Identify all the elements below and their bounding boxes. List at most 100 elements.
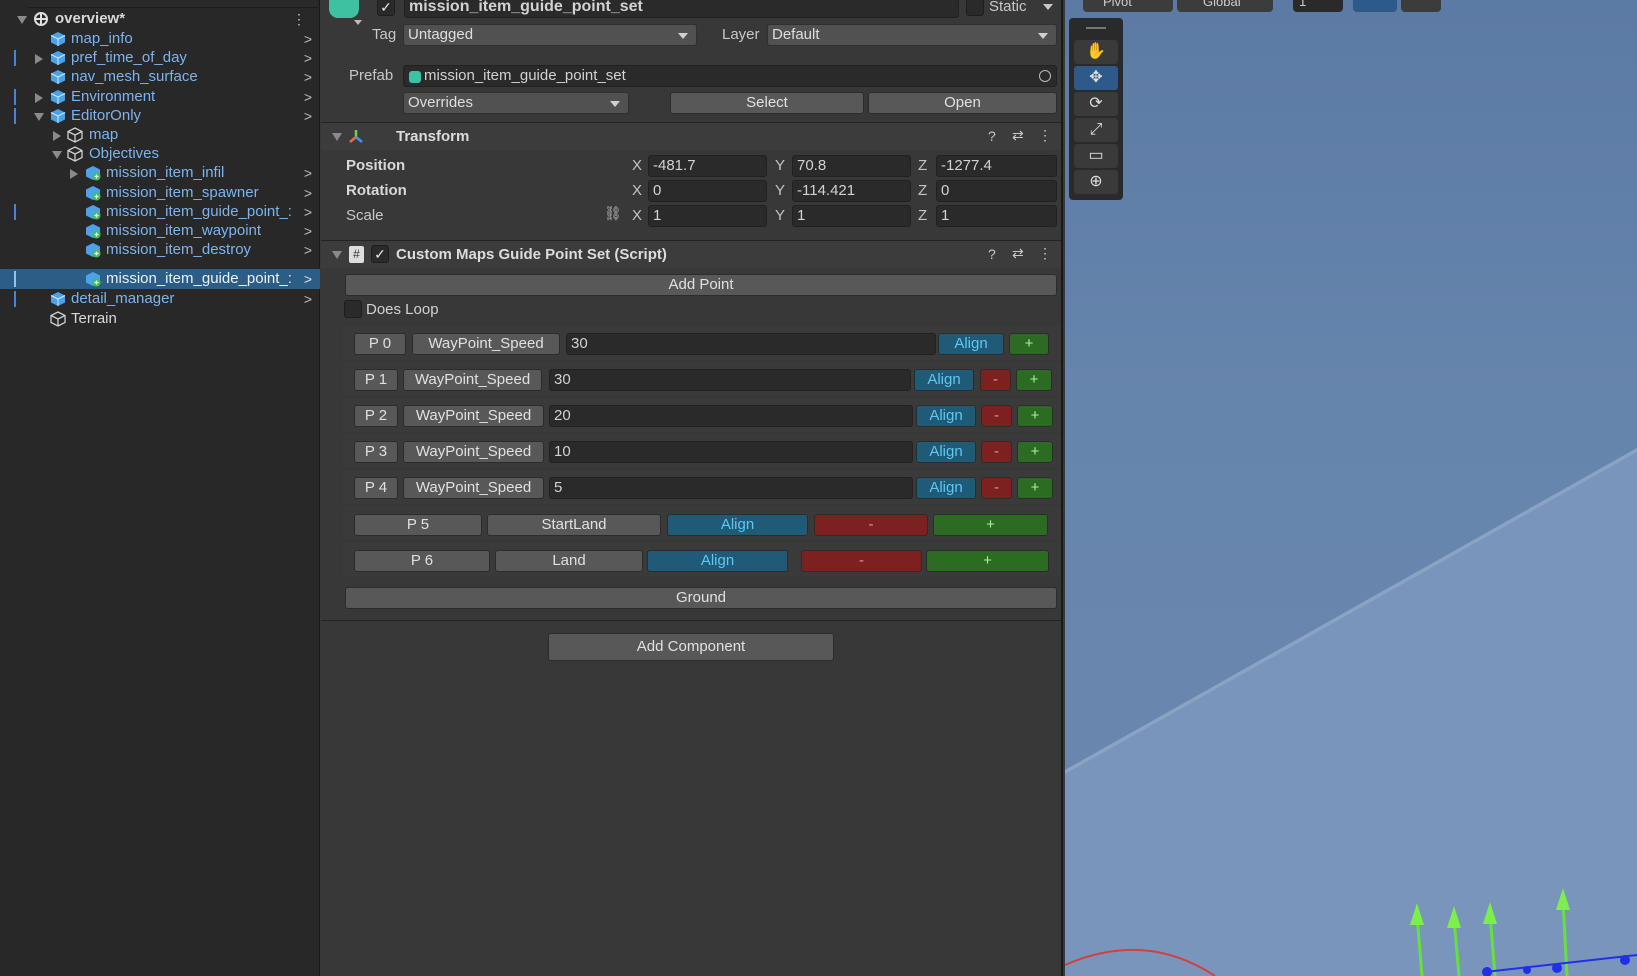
hierarchy-item-mission-item-guide-point-selected[interactable]: mission_item_guide_point_: > [0,269,320,289]
chevron-right-icon[interactable]: > [304,269,312,289]
remove-button[interactable]: - [980,369,1011,391]
hierarchy-search-bar[interactable] [28,0,318,8]
hierarchy-item-overview[interactable]: overview* ⋮ [0,9,320,29]
remove-button[interactable]: - [981,441,1012,463]
hierarchy-item-mission-item-guide-point-1[interactable]: mission_item_guide_point_: > [0,202,320,222]
add-after-button[interactable]: + [1017,477,1053,499]
does-loop-checkbox[interactable] [344,300,362,318]
point-type-button[interactable]: WayPoint_Speed [403,441,544,463]
hierarchy-item-pref-time-of-day[interactable]: pref_time_of_day > [0,48,320,68]
point-speed-field[interactable]: 30 [549,369,911,391]
move-tool-icon[interactable]: ✥ [1074,66,1118,90]
chevron-right-icon[interactable]: > [304,87,312,107]
overrides-dropdown[interactable]: Overrides [403,92,629,114]
chevron-right-icon[interactable]: > [304,67,312,87]
chevron-right-icon[interactable]: > [304,240,312,260]
add-after-button[interactable]: + [1009,333,1049,355]
hierarchy-item-nav-mesh-surface[interactable]: nav_mesh_surface > [0,67,320,87]
prefab-select-button[interactable]: Select [670,92,864,114]
foldout-arrow-icon[interactable] [332,133,342,141]
snap-increment-field[interactable]: 1 [1293,0,1343,12]
hierarchy-item-mission-item-spawner[interactable]: mission_item_spawner > [0,183,320,203]
add-point-button[interactable]: Add Point [345,274,1057,296]
global-dropdown[interactable]: Global [1177,0,1273,12]
layer-dropdown[interactable]: Default [767,24,1057,46]
foldout-arrow-icon[interactable] [52,151,62,159]
align-button[interactable]: Align [938,333,1004,355]
scale-y-field[interactable]: 1 [792,205,911,227]
remove-button[interactable]: - [801,550,922,572]
constrain-proportions-icon[interactable]: ⛓ [604,205,622,222]
chevron-right-icon[interactable]: > [304,202,312,222]
add-after-button[interactable]: + [926,550,1049,572]
point-type-button[interactable]: StartLand [487,514,661,536]
point-name-button[interactable]: P 3 [354,441,398,463]
transform-tool-icon[interactable]: ⊕ [1074,170,1118,194]
tag-dropdown[interactable]: Untagged [403,24,697,46]
hierarchy-item-environment[interactable]: Environment > [0,87,320,107]
remove-button[interactable]: - [814,514,928,536]
hierarchy-item-objectives[interactable]: Objectives [0,144,320,164]
point-name-button[interactable]: P 1 [354,369,398,391]
hierarchy-item-map-info[interactable]: map_info > [0,29,320,49]
chevron-right-icon[interactable]: > [304,48,312,68]
kebab-menu-icon[interactable]: ⋮ [292,9,306,29]
foldout-arrow-icon[interactable] [53,131,61,141]
icon-dropdown-caret-icon[interactable] [354,20,362,25]
point-speed-field[interactable]: 10 [549,441,913,463]
point-speed-field[interactable]: 5 [549,477,913,499]
foldout-arrow-icon[interactable] [17,16,27,24]
static-checkbox[interactable] [966,0,984,16]
point-name-button[interactable]: P 4 [354,477,398,499]
point-name-button[interactable]: P 5 [354,514,482,536]
rect-tool-icon[interactable]: ▭ [1074,144,1118,168]
object-name-field[interactable]: mission_item_guide_point_set [404,0,959,18]
add-component-button[interactable]: Add Component [548,633,834,661]
rotate-tool-icon[interactable]: ⟳ [1074,92,1118,116]
foldout-arrow-icon[interactable] [35,54,43,64]
point-type-button[interactable]: WayPoint_Speed [403,405,544,427]
chevron-right-icon[interactable]: > [304,221,312,241]
point-type-button[interactable]: WayPoint_Speed [403,477,544,499]
chevron-right-icon[interactable]: > [304,183,312,203]
object-picker-icon[interactable] [1039,70,1051,82]
hierarchy-item-detail-manager[interactable]: detail_manager > [0,289,320,309]
hierarchy-item-mission-item-waypoint[interactable]: mission_item_waypoint > [0,221,320,241]
drag-handle[interactable] [1086,27,1106,29]
point-speed-field[interactable]: 20 [549,405,913,427]
presets-icon[interactable]: ⇄ [1012,245,1024,262]
chevron-right-icon[interactable]: > [304,289,312,309]
scale-z-field[interactable]: 1 [936,205,1057,227]
hand-tool-icon[interactable]: ✋ [1074,40,1118,64]
prefab-open-button[interactable]: Open [868,92,1057,114]
position-x-field[interactable]: -481.7 [648,155,767,177]
chevron-right-icon[interactable]: > [304,29,312,49]
grid-snap-toggle[interactable] [1353,0,1397,12]
align-button[interactable]: Align [916,441,976,463]
kebab-menu-icon[interactable]: ⋮ [1038,245,1052,262]
pivot-dropdown[interactable]: Pivot [1083,0,1173,12]
position-y-field[interactable]: 70.8 [792,155,911,177]
hierarchy-item-mission-item-destroy[interactable]: mission_item_destroy > [0,240,320,260]
align-button[interactable]: Align [914,369,974,391]
point-type-button[interactable]: WayPoint_Speed [412,333,560,355]
help-icon[interactable]: ? [988,246,996,262]
static-dropdown-caret-icon[interactable] [1043,4,1053,10]
hierarchy-item-editor-only[interactable]: EditorOnly > [0,106,320,126]
add-after-button[interactable]: + [933,514,1048,536]
ground-button[interactable]: Ground [345,587,1057,609]
component-enabled-checkbox[interactable]: ✓ [371,245,389,263]
remove-button[interactable]: - [981,477,1012,499]
scene-view[interactable]: Pivot Global 1 ✋ ✥ ⟳ ⤢ ▭ ⊕ [1065,0,1637,976]
scale-x-field[interactable]: 1 [648,205,767,227]
foldout-arrow-icon[interactable] [332,251,342,259]
point-name-button[interactable]: P 6 [354,550,490,572]
point-speed-field[interactable]: 30 [566,333,936,355]
align-button[interactable]: Align [667,514,808,536]
active-checkbox[interactable]: ✓ [377,0,395,16]
rotation-x-field[interactable]: 0 [648,180,767,202]
chevron-right-icon[interactable]: > [304,106,312,126]
prefab-asset-field[interactable]: mission_item_guide_point_set [403,65,1057,87]
help-icon[interactable]: ? [988,128,996,144]
kebab-menu-icon[interactable]: ⋮ [1038,127,1052,144]
